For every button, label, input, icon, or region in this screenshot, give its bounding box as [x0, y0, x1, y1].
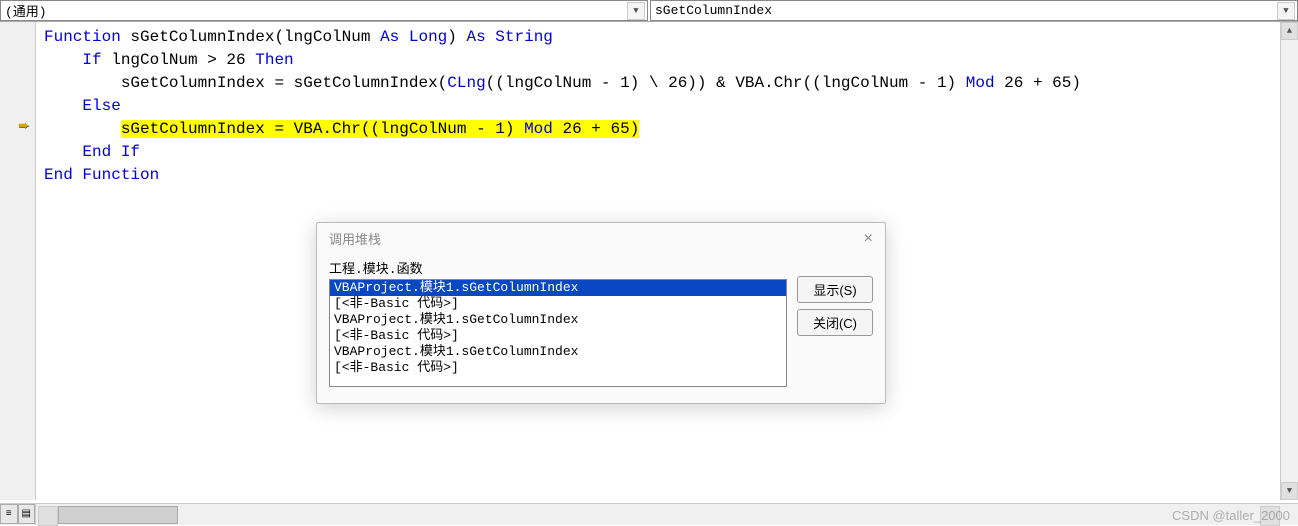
object-dropdown-text: (通用)	[5, 1, 47, 20]
t: sGetColumnIndex = VBA.Chr((lngColNum - 1…	[121, 120, 524, 138]
list-item[interactable]: VBAProject.模块1.sGetColumnIndex	[330, 280, 786, 296]
t: 26 + 65)	[553, 120, 639, 138]
dialog-titlebar[interactable]: 调用堆栈 ×	[317, 223, 885, 254]
hl: sGetColumnIndex = VBA.Chr((lngColNum - 1…	[121, 120, 640, 138]
procedure-dropdown[interactable]: sGetColumnIndex ▼	[650, 0, 1298, 21]
kw: Mod	[524, 120, 553, 138]
execution-pointer-icon: ➨	[18, 118, 30, 135]
list-item[interactable]: VBAProject.模块1.sGetColumnIndex	[330, 312, 786, 328]
bottom-bar: ≡ ▤	[0, 503, 1298, 525]
kw: If	[82, 51, 101, 69]
show-button[interactable]: 显示(S)	[797, 276, 873, 303]
dropdown-bar: (通用) ▼ sGetColumnIndex ▼	[0, 0, 1298, 22]
t: ((lngColNum - 1) \ 26)) & VBA.Chr((lngCo…	[486, 74, 966, 92]
gutter: ➨	[0, 22, 36, 500]
kw: As Long	[380, 28, 447, 46]
list-item[interactable]: [<非-Basic 代码>]	[330, 360, 786, 376]
close-icon[interactable]: ×	[864, 230, 873, 248]
list-item[interactable]: [<非-Basic 代码>]	[330, 296, 786, 312]
chevron-down-icon[interactable]: ▼	[627, 2, 645, 20]
view-toggle: ≡ ▤	[0, 504, 36, 525]
kw: Then	[255, 51, 293, 69]
list-item[interactable]: VBAProject.模块1.sGetColumnIndex	[330, 344, 786, 360]
t: sGetColumnIndex = sGetColumnIndex(	[121, 74, 447, 92]
scroll-thumb[interactable]	[58, 506, 178, 524]
t: 26 + 65)	[995, 74, 1081, 92]
dialog-body: 工程.模块.函数 VBAProject.模块1.sGetColumnIndex …	[317, 254, 885, 403]
close-button[interactable]: 关闭(C)	[797, 309, 873, 336]
stack-column: 工程.模块.函数 VBAProject.模块1.sGetColumnIndex …	[329, 258, 787, 387]
full-view-icon[interactable]: ▤	[18, 504, 36, 524]
vertical-scrollbar[interactable]: ▲ ▼	[1280, 22, 1298, 500]
dialog-title-text: 调用堆栈	[329, 229, 381, 248]
horizontal-scrollbar[interactable]	[38, 506, 1280, 524]
kw: End If	[82, 143, 140, 161]
t: )	[447, 28, 466, 46]
kw: Mod	[966, 74, 995, 92]
watermark: CSDN @taller_2000	[1172, 508, 1290, 523]
kw: Function	[44, 28, 121, 46]
t: sGetColumnIndex(lngColNum	[121, 28, 380, 46]
stack-label: 工程.模块.函数	[329, 258, 787, 277]
kw: Else	[82, 97, 120, 115]
kw: As String	[466, 28, 552, 46]
single-view-icon[interactable]: ≡	[0, 504, 18, 524]
object-dropdown[interactable]: (通用) ▼	[0, 0, 648, 21]
chevron-down-icon[interactable]: ▼	[1277, 2, 1295, 20]
scroll-down-icon[interactable]: ▼	[1281, 482, 1298, 500]
scroll-up-icon[interactable]: ▲	[1281, 22, 1298, 40]
stack-list[interactable]: VBAProject.模块1.sGetColumnIndex [<非-Basic…	[329, 279, 787, 387]
kw: End Function	[44, 166, 159, 184]
t: lngColNum > 26	[102, 51, 256, 69]
procedure-dropdown-text: sGetColumnIndex	[655, 3, 772, 18]
kw: CLng	[447, 74, 485, 92]
callstack-dialog: 调用堆栈 × 工程.模块.函数 VBAProject.模块1.sGetColum…	[316, 222, 886, 404]
button-column: 显示(S) 关闭(C)	[797, 258, 873, 387]
list-item[interactable]: [<非-Basic 代码>]	[330, 328, 786, 344]
